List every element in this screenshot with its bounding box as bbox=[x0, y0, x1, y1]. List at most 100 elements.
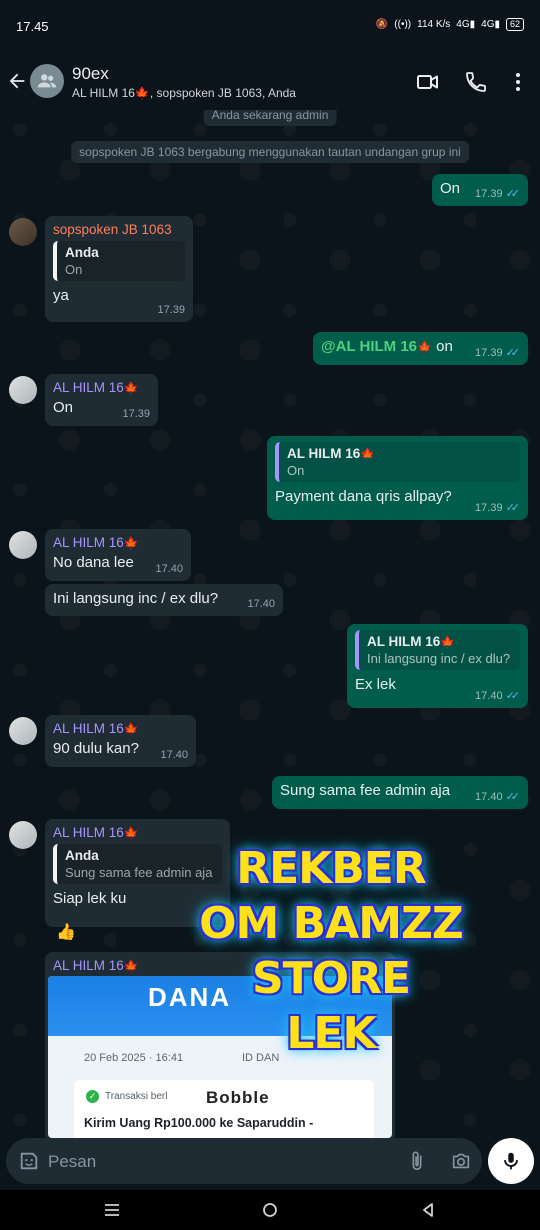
message-incoming[interactable]: AL HILM 16🍁 90 dulu kan? 17.40 bbox=[45, 715, 196, 767]
message-meta: 17.39 ✓✓ bbox=[475, 187, 520, 201]
message-meta: 17.40 ✓✓ bbox=[475, 689, 521, 703]
group-icon bbox=[37, 74, 57, 88]
check-icon: ✓ bbox=[86, 1090, 99, 1103]
input-placeholder: Pesan bbox=[48, 1152, 97, 1171]
message-text: Ex lek bbox=[355, 676, 396, 693]
message-text: On bbox=[53, 399, 74, 416]
message-outgoing[interactable]: AL HILM 16🍁 On Payment dana qris allpay?… bbox=[267, 436, 528, 520]
video-call-icon[interactable] bbox=[416, 70, 440, 94]
message-time: 17.40 bbox=[247, 598, 275, 610]
back-arrow-icon[interactable] bbox=[6, 70, 28, 92]
quote-author: AL HILM 16🍁 bbox=[367, 634, 456, 649]
paperclip-icon[interactable] bbox=[406, 1150, 428, 1172]
quote-text: On bbox=[287, 463, 305, 478]
chat-title[interactable]: 90ex bbox=[72, 64, 109, 84]
more-vert-icon[interactable] bbox=[506, 70, 530, 94]
sender-name[interactable]: AL HILM 16🍁 bbox=[53, 825, 222, 840]
message-incoming[interactable]: Ini langsung inc / ex dlu? 17.40 bbox=[45, 584, 283, 616]
message-text: 90 dulu kan? bbox=[53, 740, 139, 757]
sender-name[interactable]: AL HILM 16🍁 bbox=[53, 380, 150, 395]
quote-text: On bbox=[65, 262, 83, 277]
chat-members[interactable]: AL HILM 16🍁, sopspoken JB 1063, Anda bbox=[72, 86, 296, 100]
quoted-message[interactable]: Anda On bbox=[53, 241, 185, 281]
input-bar: Pesan bbox=[0, 1138, 540, 1190]
message-time: 17.39 bbox=[122, 408, 150, 420]
quote-author: Anda bbox=[65, 848, 99, 863]
quote-text: Sung sama fee admin aja bbox=[65, 865, 213, 880]
quoted-message[interactable]: Anda Sung sama fee admin aja bbox=[53, 844, 222, 884]
hotspot-icon: ((•)) bbox=[394, 19, 412, 30]
sticker-icon[interactable] bbox=[18, 1150, 40, 1172]
message-outgoing[interactable]: AL HILM 16🍁 Ini langsung inc / ex dlu? E… bbox=[347, 624, 528, 708]
message-text: ya bbox=[53, 287, 69, 304]
message-incoming[interactable]: sopspoken JB 1063 Anda On ya 17.39 bbox=[45, 216, 193, 322]
mention[interactable]: @AL HILM 16 bbox=[321, 338, 417, 355]
network-speed: 114 K/s bbox=[417, 19, 451, 30]
message-meta: 17.40 ✓✓ bbox=[475, 790, 521, 804]
quoted-message[interactable]: AL HILM 16🍁 On bbox=[275, 442, 520, 482]
quote-text: Ini langsung inc / ex dlu? bbox=[367, 651, 511, 666]
avatar[interactable] bbox=[9, 376, 37, 404]
message-time: 17.40 bbox=[155, 563, 183, 575]
avatar[interactable] bbox=[9, 531, 37, 559]
quote-author: AL HILM 16🍁 bbox=[287, 446, 376, 461]
dana-header: DANA bbox=[48, 976, 392, 1036]
nav-back-icon[interactable] bbox=[420, 1202, 436, 1218]
message-text: Siap lek ku bbox=[53, 890, 127, 907]
status-time: 17.45 bbox=[16, 19, 49, 34]
transaction-description: Kirim Uang Rp100.000 ke Saparuddin - bbox=[84, 1116, 314, 1130]
chat-area[interactable]: Anda sekarang admin sopspoken JB 1063 be… bbox=[0, 110, 540, 1138]
message-text: On bbox=[440, 180, 461, 197]
message-time: 17.39 bbox=[475, 346, 503, 359]
message-time: 17.39 bbox=[475, 501, 503, 514]
home-icon[interactable] bbox=[262, 1202, 278, 1218]
message-time: 17.40 bbox=[475, 689, 503, 702]
reaction-thumbs-up-icon[interactable]: 👍 bbox=[56, 922, 76, 942]
group-avatar[interactable] bbox=[30, 64, 64, 98]
message-text: Sung sama fee admin aja bbox=[280, 782, 451, 799]
read-ticks-icon: ✓✓ bbox=[505, 690, 521, 702]
message-meta: 17.39 ✓✓ bbox=[475, 501, 521, 515]
dana-logo: DANA bbox=[148, 982, 232, 1012]
message-meta: 17.39 ✓✓ bbox=[475, 346, 520, 360]
chat-header: 90ex AL HILM 16🍁, sopspoken JB 1063, And… bbox=[0, 52, 540, 110]
message-outgoing[interactable]: On 17.39 ✓✓ bbox=[432, 174, 528, 206]
message-outgoing[interactable]: @AL HILM 16🍁 on 17.39 ✓✓ bbox=[313, 332, 528, 365]
sender-name[interactable]: AL HILM 16🍁 bbox=[53, 535, 183, 550]
avatar[interactable] bbox=[9, 717, 37, 745]
transaction-status: ✓ Transaksi berl bbox=[86, 1090, 167, 1103]
message-time: 17.39 bbox=[475, 187, 503, 200]
image-attachment[interactable]: DANA 20 Feb 2025 · 16:41 ID DAN ✓ Transa… bbox=[48, 976, 392, 1138]
message-input[interactable]: Pesan bbox=[6, 1138, 482, 1184]
message-incoming[interactable]: AL HILM 16🍁 No dana lee 17.40 bbox=[45, 529, 191, 581]
message-text: Ini langsung inc / ex dlu? bbox=[53, 590, 219, 607]
watermark: Bobble bbox=[206, 1088, 270, 1107]
quoted-message[interactable]: AL HILM 16🍁 Ini langsung inc / ex dlu? bbox=[355, 630, 520, 670]
transaction-date: 20 Feb 2025 · 16:41 bbox=[84, 1052, 184, 1064]
avatar[interactable] bbox=[9, 821, 37, 849]
read-ticks-icon: ✓✓ bbox=[505, 502, 521, 514]
mic-button[interactable] bbox=[488, 1138, 534, 1184]
avatar[interactable] bbox=[9, 218, 37, 246]
recent-apps-icon[interactable] bbox=[104, 1202, 120, 1218]
system-message-joined: sopspoken JB 1063 bergabung menggunakan … bbox=[71, 141, 469, 163]
signal-icon-2: 4G▮ bbox=[481, 19, 500, 30]
transaction-card: ✓ Transaksi berl Bobble Kirim Uang Rp100… bbox=[74, 1080, 374, 1138]
transaction-id-label: ID DAN bbox=[242, 1052, 280, 1064]
phone-icon[interactable] bbox=[464, 70, 488, 94]
sender-name[interactable]: AL HILM 16🍁 bbox=[53, 958, 387, 973]
mute-icon: 🔕 bbox=[375, 19, 389, 30]
sender-name[interactable]: AL HILM 16🍁 bbox=[53, 721, 188, 736]
read-ticks-icon: ✓✓ bbox=[505, 791, 521, 803]
camera-icon[interactable] bbox=[450, 1150, 472, 1172]
system-message-admin: Anda sekarang admin bbox=[203, 110, 337, 126]
message-incoming[interactable]: AL HILM 16🍁 Anda Sung sama fee admin aja… bbox=[45, 819, 230, 927]
message-outgoing[interactable]: Sung sama fee admin aja 17.40 ✓✓ bbox=[272, 776, 528, 809]
message-time: 17.40 bbox=[475, 790, 503, 803]
message-incoming[interactable]: AL HILM 16🍁 On 17.39 bbox=[45, 374, 158, 426]
message-time: 17.39 bbox=[157, 304, 185, 316]
message-text: Payment dana qris allpay? bbox=[275, 488, 452, 505]
quote-author: Anda bbox=[65, 245, 99, 260]
message-text: No dana lee bbox=[53, 554, 134, 571]
sender-name[interactable]: sopspoken JB 1063 bbox=[53, 222, 185, 237]
